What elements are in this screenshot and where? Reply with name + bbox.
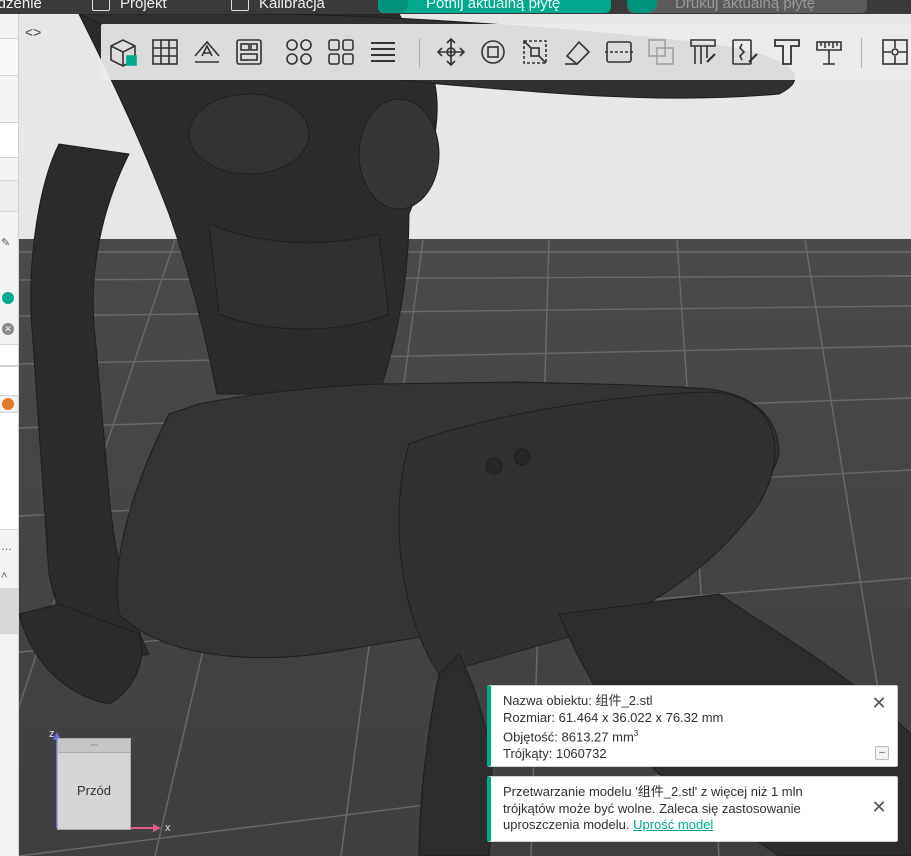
simplify-model-link[interactable]: Uprość model bbox=[633, 817, 713, 832]
scale-icon[interactable] bbox=[517, 34, 553, 70]
plate-layout-icon[interactable] bbox=[231, 34, 267, 70]
slicer-window: Urządzenie Projekt Kalibracja Potnij akt… bbox=[0, 0, 911, 856]
warning-icon[interactable] bbox=[2, 398, 14, 410]
object-info-notification: Nazwa obiektu: 组件_2.stl Rozmiar: 61.464 … bbox=[487, 685, 898, 767]
layers-icon[interactable] bbox=[365, 34, 401, 70]
object-size-line: Rozmiar: 61.464 x 36.022 x 76.32 mm bbox=[503, 709, 724, 725]
sidebar-section bbox=[0, 180, 18, 212]
print-plate-label: Drukuj aktualną płytę bbox=[675, 0, 816, 12]
minimize-icon[interactable]: – bbox=[875, 746, 889, 760]
sidebar-object-list[interactable] bbox=[0, 412, 18, 530]
toolbar-separator bbox=[419, 38, 420, 68]
sidebar-field[interactable] bbox=[0, 122, 18, 158]
slice-dropdown-icon[interactable] bbox=[378, 0, 408, 13]
close-icon[interactable]: ✕ bbox=[869, 798, 889, 818]
sidebar-list-item[interactable] bbox=[0, 344, 18, 366]
main-toolbar bbox=[101, 24, 911, 80]
ellipsis-icon[interactable]: … bbox=[1, 541, 12, 553]
object-name-line: Nazwa obiektu: 组件_2.stl bbox=[503, 693, 653, 708]
text-emboss-icon[interactable] bbox=[769, 34, 805, 70]
menu-project-label: Projekt bbox=[120, 0, 167, 12]
close-icon[interactable]: ✕ bbox=[869, 694, 889, 714]
auto-orient-icon[interactable] bbox=[189, 34, 225, 70]
menu-project[interactable]: Projekt bbox=[92, 0, 167, 12]
menu-device[interactable]: Urządzenie bbox=[0, 0, 42, 12]
sidebar-header bbox=[0, 38, 18, 76]
paint-support-icon[interactable] bbox=[559, 34, 595, 70]
view-cube-front-label[interactable]: Przód bbox=[58, 783, 130, 798]
filament-icon[interactable] bbox=[2, 292, 14, 304]
slice-plate-button[interactable]: Potnij aktualną płytę bbox=[378, 0, 611, 13]
seam-paint-icon[interactable] bbox=[727, 34, 763, 70]
calibration-icon bbox=[231, 0, 249, 11]
menu-calibration-label: Kalibracja bbox=[259, 0, 325, 12]
print-plate-button[interactable]: Drukuj aktualną płytę bbox=[627, 0, 867, 13]
move-icon[interactable] bbox=[433, 34, 469, 70]
measure-icon[interactable] bbox=[811, 34, 847, 70]
view-cube-top[interactable]: ◦◦◦ bbox=[58, 739, 130, 753]
cut-icon[interactable] bbox=[601, 34, 637, 70]
collapse-sidebar-icon[interactable]: <> bbox=[25, 24, 45, 44]
chevron-up-icon[interactable]: ˄ bbox=[1, 570, 7, 582]
supports-paint-icon[interactable] bbox=[685, 34, 721, 70]
sidebar-list-item[interactable] bbox=[0, 366, 18, 396]
add-cube-icon[interactable] bbox=[105, 34, 141, 70]
split-parts-icon[interactable] bbox=[323, 34, 359, 70]
view-cube[interactable]: ◦◦◦ Przód bbox=[57, 738, 131, 830]
mesh-boolean-icon[interactable] bbox=[643, 34, 679, 70]
print-dropdown-icon[interactable] bbox=[627, 0, 657, 13]
left-sidebar: ✎ ✕ … ˄ bbox=[0, 14, 19, 856]
rotate-icon[interactable] bbox=[475, 34, 511, 70]
grid-arrange-icon[interactable] bbox=[147, 34, 183, 70]
edit-icon[interactable]: ✎ bbox=[1, 236, 10, 249]
slice-plate-label: Potnij aktualną płytę bbox=[426, 0, 561, 12]
x-axis-label: x bbox=[165, 822, 171, 834]
assembly-icon[interactable] bbox=[877, 34, 911, 70]
object-volume-line: Objętość: 8613.27 mm3 bbox=[503, 726, 857, 746]
large-model-warning: Przetwarzanie modelu '组件_2.stl' z więcej… bbox=[487, 776, 898, 842]
remove-icon[interactable]: ✕ bbox=[2, 323, 14, 335]
split-objects-icon[interactable] bbox=[281, 34, 317, 70]
z-axis-label: z bbox=[49, 728, 55, 740]
toolbar-separator bbox=[861, 38, 862, 68]
menubar: Urządzenie Projekt Kalibracja Potnij akt… bbox=[0, 0, 911, 14]
menu-calibration[interactable]: Kalibracja bbox=[231, 0, 325, 12]
object-triangles-line: Trójkąty: 1060732 bbox=[503, 745, 607, 761]
volume-unit-exponent: 3 bbox=[633, 729, 639, 738]
menu-device-label: Urządzenie bbox=[0, 0, 42, 12]
object-volume-text: Objętość: 8613.27 mm bbox=[503, 729, 634, 745]
scrollbar-thumb[interactable] bbox=[0, 588, 18, 634]
project-icon bbox=[92, 0, 110, 11]
